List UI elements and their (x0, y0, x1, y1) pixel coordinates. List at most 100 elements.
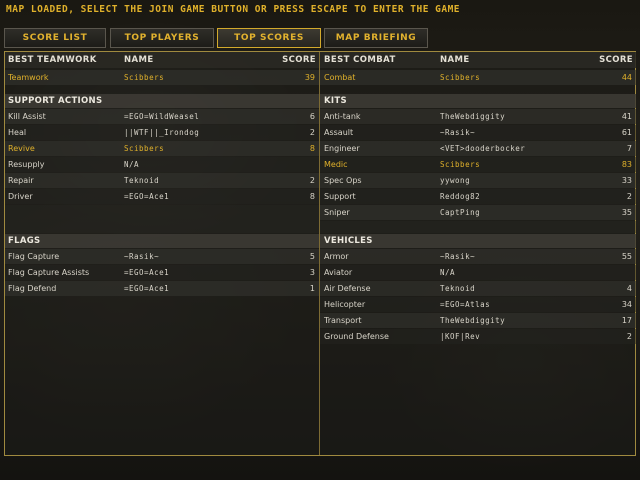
table-row: Medic Scibbers 83 (320, 157, 636, 172)
header-label: BEST TEAMWORK (8, 55, 97, 65)
header-name-label: NAME (124, 55, 154, 65)
row-category: Repair (8, 176, 34, 185)
table-row: Spec Ops yywong 33 (320, 173, 636, 188)
row-category: Flag Defend (8, 284, 57, 293)
header-label: BEST COMBAT (324, 55, 396, 65)
row-score: 44 (621, 73, 632, 82)
row-player-name: ~Rasik~ (440, 128, 476, 137)
row-player-name: =EGO=Ace1 (124, 268, 170, 277)
section-title: SUPPORT ACTIONS (8, 96, 103, 106)
table-row: Assault ~Rasik~ 61 (320, 125, 636, 140)
row-score: 2 (626, 192, 632, 201)
table-row: Support Reddog82 2 (320, 189, 636, 204)
row-category: Air Defense (324, 284, 371, 293)
table-row: Driver =EGO=Ace1 8 (5, 189, 319, 204)
row-player-name: N/A (440, 268, 456, 277)
table-row: Kill Assist =EGO=WildWeasel 6 (5, 109, 319, 124)
table-row: Flag Capture ~Rasik~ 5 (5, 249, 319, 264)
row-player-name: TheWebdiggity (440, 112, 506, 121)
row-category: Flag Capture (8, 252, 60, 261)
row-score: 39 (304, 73, 315, 82)
row-category: Armor (324, 252, 349, 261)
row-player-name: yywong (440, 176, 471, 185)
row-score: 55 (621, 252, 632, 261)
table-row: Anti-tank TheWebdiggity 41 (320, 109, 636, 124)
row-category: Flag Capture Assists (8, 268, 90, 277)
table-row: Repair Teknoid 2 (5, 173, 319, 188)
best-teamwork-row: Teamwork Scibbers 39 (5, 70, 319, 85)
support-actions-section: SUPPORT ACTIONS (5, 94, 319, 108)
row-category: Sniper (324, 208, 350, 217)
row-player-name: =EGO=Ace1 (124, 192, 170, 201)
row-category: Medic (324, 160, 348, 169)
row-score: 8 (309, 192, 315, 201)
flags-section: FLAGS (5, 234, 319, 248)
row-player-name: =EGO=Ace1 (124, 284, 170, 293)
tab-map-briefing[interactable]: MAP BRIEFING (324, 28, 428, 48)
row-category: Heal (8, 128, 27, 137)
table-row: Engineer <VET>dooderbocker 7 (320, 141, 636, 156)
row-player-name: Scibbers (440, 73, 481, 82)
row-category: Helicopter (324, 300, 366, 309)
row-category: Transport (324, 316, 362, 325)
row-score: 33 (621, 176, 632, 185)
row-score: 2 (626, 332, 632, 341)
row-player-name: ~Rasik~ (440, 252, 476, 261)
empty-row-area (5, 205, 319, 233)
row-score: 61 (621, 128, 632, 137)
row-player-name: Scibbers (440, 160, 481, 169)
row-player-name: Teknoid (440, 284, 476, 293)
best-combat-header: BEST COMBAT NAME SCORE (320, 52, 636, 68)
table-row: Transport TheWebdiggity 17 (320, 313, 636, 328)
table-row: Revive Scibbers 8 (5, 141, 319, 156)
row-score: 1 (309, 284, 315, 293)
row-score: 34 (621, 300, 632, 309)
section-title: FLAGS (8, 236, 41, 246)
row-score: 3 (309, 268, 315, 277)
tab-top-players[interactable]: TOP PLAYERS (110, 28, 214, 48)
row-score: 2 (309, 128, 315, 137)
row-category: Support (324, 192, 356, 201)
row-category: Kill Assist (8, 112, 46, 121)
row-category: Driver (8, 192, 33, 201)
header-score-label: SCORE (599, 55, 633, 65)
row-category: Assault (324, 128, 354, 137)
best-teamwork-header: BEST TEAMWORK NAME SCORE (5, 52, 319, 68)
table-row: Heal ||WTF||_Irondog 2 (5, 125, 319, 140)
row-category: Resupply (8, 160, 45, 169)
table-row: Flag Capture Assists =EGO=Ace1 3 (5, 265, 319, 280)
row-player-name: Teknoid (124, 176, 160, 185)
row-player-name: =EGO=WildWeasel (124, 112, 200, 121)
status-message: MAP LOADED, SELECT THE JOIN GAME BUTTON … (6, 4, 461, 15)
best-combat-row: Combat Scibbers 44 (320, 70, 636, 85)
tab-score-list[interactable]: SCORE LIST (4, 28, 106, 48)
row-score: 83 (621, 160, 632, 169)
table-row: Resupply N/A (5, 157, 319, 172)
kits-section: KITS (320, 94, 636, 108)
row-player-name: Scibbers (124, 144, 165, 153)
row-player-name: Scibbers (124, 73, 165, 82)
row-player-name: |KOF|Rev (440, 332, 481, 341)
table-row: Sniper CaptPing 35 (320, 205, 636, 220)
row-category: Ground Defense (324, 332, 389, 341)
row-score: 6 (309, 112, 315, 121)
row-player-name: =EGO=Atlas (440, 300, 491, 309)
row-category: Combat (324, 73, 356, 82)
header-score-label: SCORE (282, 55, 316, 65)
section-title: VEHICLES (324, 236, 373, 246)
row-score: 17 (621, 316, 632, 325)
row-player-name: ||WTF||_Irondog (124, 128, 200, 137)
vehicles-section: VEHICLES (320, 234, 636, 248)
row-category: Engineer (324, 144, 360, 153)
empty-row-area (320, 221, 636, 233)
table-row: Flag Defend =EGO=Ace1 1 (5, 281, 319, 296)
row-score: 35 (621, 208, 632, 217)
row-player-name: CaptPing (440, 208, 481, 217)
table-row: Helicopter =EGO=Atlas 34 (320, 297, 636, 312)
tab-top-scores[interactable]: TOP SCORES (217, 28, 321, 48)
row-score: 7 (626, 144, 632, 153)
row-player-name: N/A (124, 160, 140, 169)
row-score: 5 (309, 252, 315, 261)
row-category: Aviator (324, 268, 353, 277)
table-row: Ground Defense |KOF|Rev 2 (320, 329, 636, 344)
